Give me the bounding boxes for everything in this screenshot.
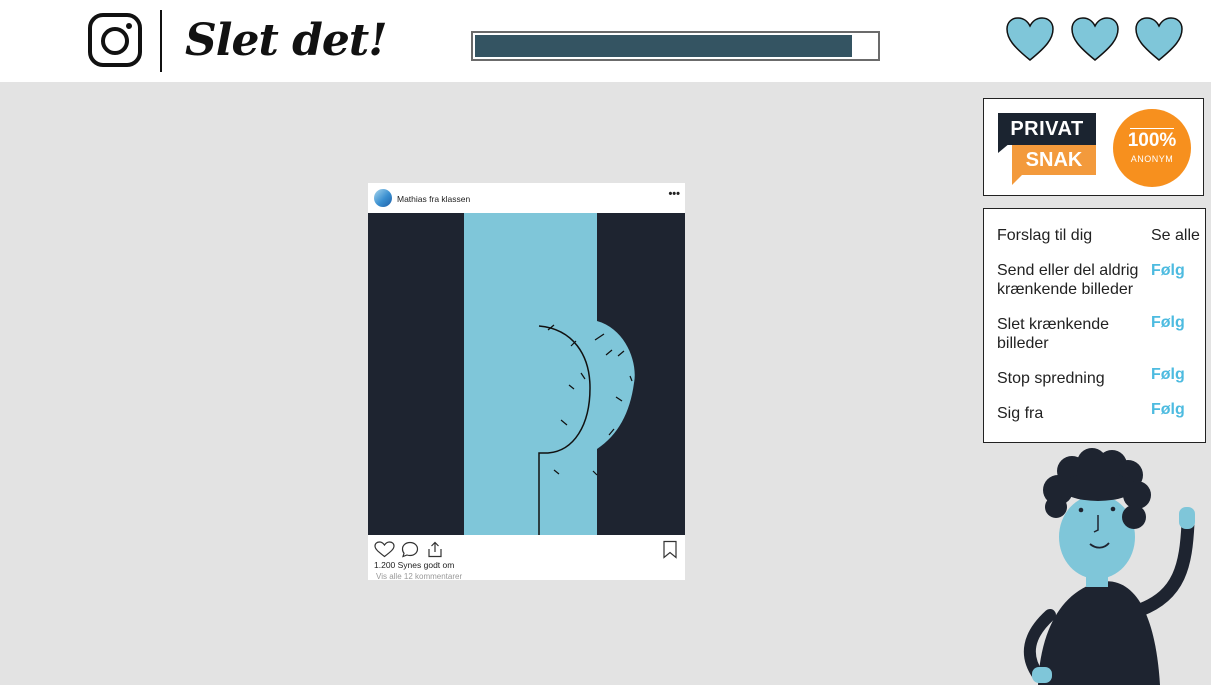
top-bar: Slet det!	[0, 0, 1211, 82]
post-username[interactable]: Mathias fra klassen	[397, 194, 470, 204]
avatar[interactable]	[374, 189, 392, 207]
post-image[interactable]	[368, 213, 685, 535]
privat-snak-ad[interactable]: PRIVAT SNAK 100% ANONYM	[983, 98, 1204, 196]
suggestions-panel: Forslag til dig Se alle Send eller del a…	[983, 208, 1206, 443]
suggestion-text: Stop spredning	[997, 370, 1105, 387]
post-header: Mathias fra klassen •••	[368, 183, 685, 213]
header-divider	[160, 10, 162, 72]
follow-button[interactable]: Følg	[1151, 365, 1185, 384]
anonym-badge: 100% ANONYM	[1113, 109, 1191, 187]
post-actions: 1.200 Synes godt om Vis alle 12 kommenta…	[368, 535, 685, 581]
likes-count: 1.200 Synes godt om	[374, 560, 455, 570]
suggestion-text: Send eller del aldrig krænkende billeder	[997, 262, 1139, 298]
instagram-post: Mathias fra klassen ••• 1.200 Synes godt…	[368, 183, 685, 581]
heart-icon	[1135, 17, 1183, 61]
waving-character-illustration	[1024, 448, 1195, 685]
page-title: Slet det!	[185, 15, 388, 66]
more-options-icon[interactable]: •••	[668, 188, 680, 200]
lives	[1004, 15, 1189, 67]
comment-icon[interactable]	[401, 541, 419, 558]
heart-icon	[1006, 17, 1054, 61]
share-icon[interactable]	[427, 541, 443, 558]
suggestion-text: Slet krænkende billeder	[997, 316, 1110, 352]
privat-snak-logo: PRIVAT SNAK	[998, 113, 1096, 185]
anonym-label: ANONYM	[1130, 154, 1174, 164]
anonym-percent: 100%	[1127, 130, 1177, 151]
privat-label: PRIVAT	[998, 113, 1096, 145]
follow-button[interactable]: Følg	[1151, 400, 1185, 419]
speech-tail	[1012, 173, 1024, 185]
progress-fill	[475, 35, 852, 57]
follow-button[interactable]: Følg	[1151, 313, 1185, 332]
instagram-icon[interactable]	[88, 13, 142, 67]
suggestion-text: Sig fra	[997, 405, 1044, 422]
follow-button[interactable]: Følg	[1151, 261, 1185, 280]
heart-icon	[1071, 17, 1119, 61]
bookmark-icon[interactable]	[662, 540, 678, 559]
time-progress-bar	[471, 31, 880, 61]
snak-label: SNAK	[1012, 145, 1096, 175]
see-all-link[interactable]: Se alle	[1151, 227, 1200, 245]
speech-tail	[998, 143, 1010, 153]
like-heart-icon[interactable]	[374, 541, 395, 558]
suggestions-heading: Forslag til dig	[997, 227, 1093, 244]
badge-line	[1130, 128, 1174, 129]
view-comments-link[interactable]: Vis alle 12 kommentarer	[376, 572, 462, 581]
